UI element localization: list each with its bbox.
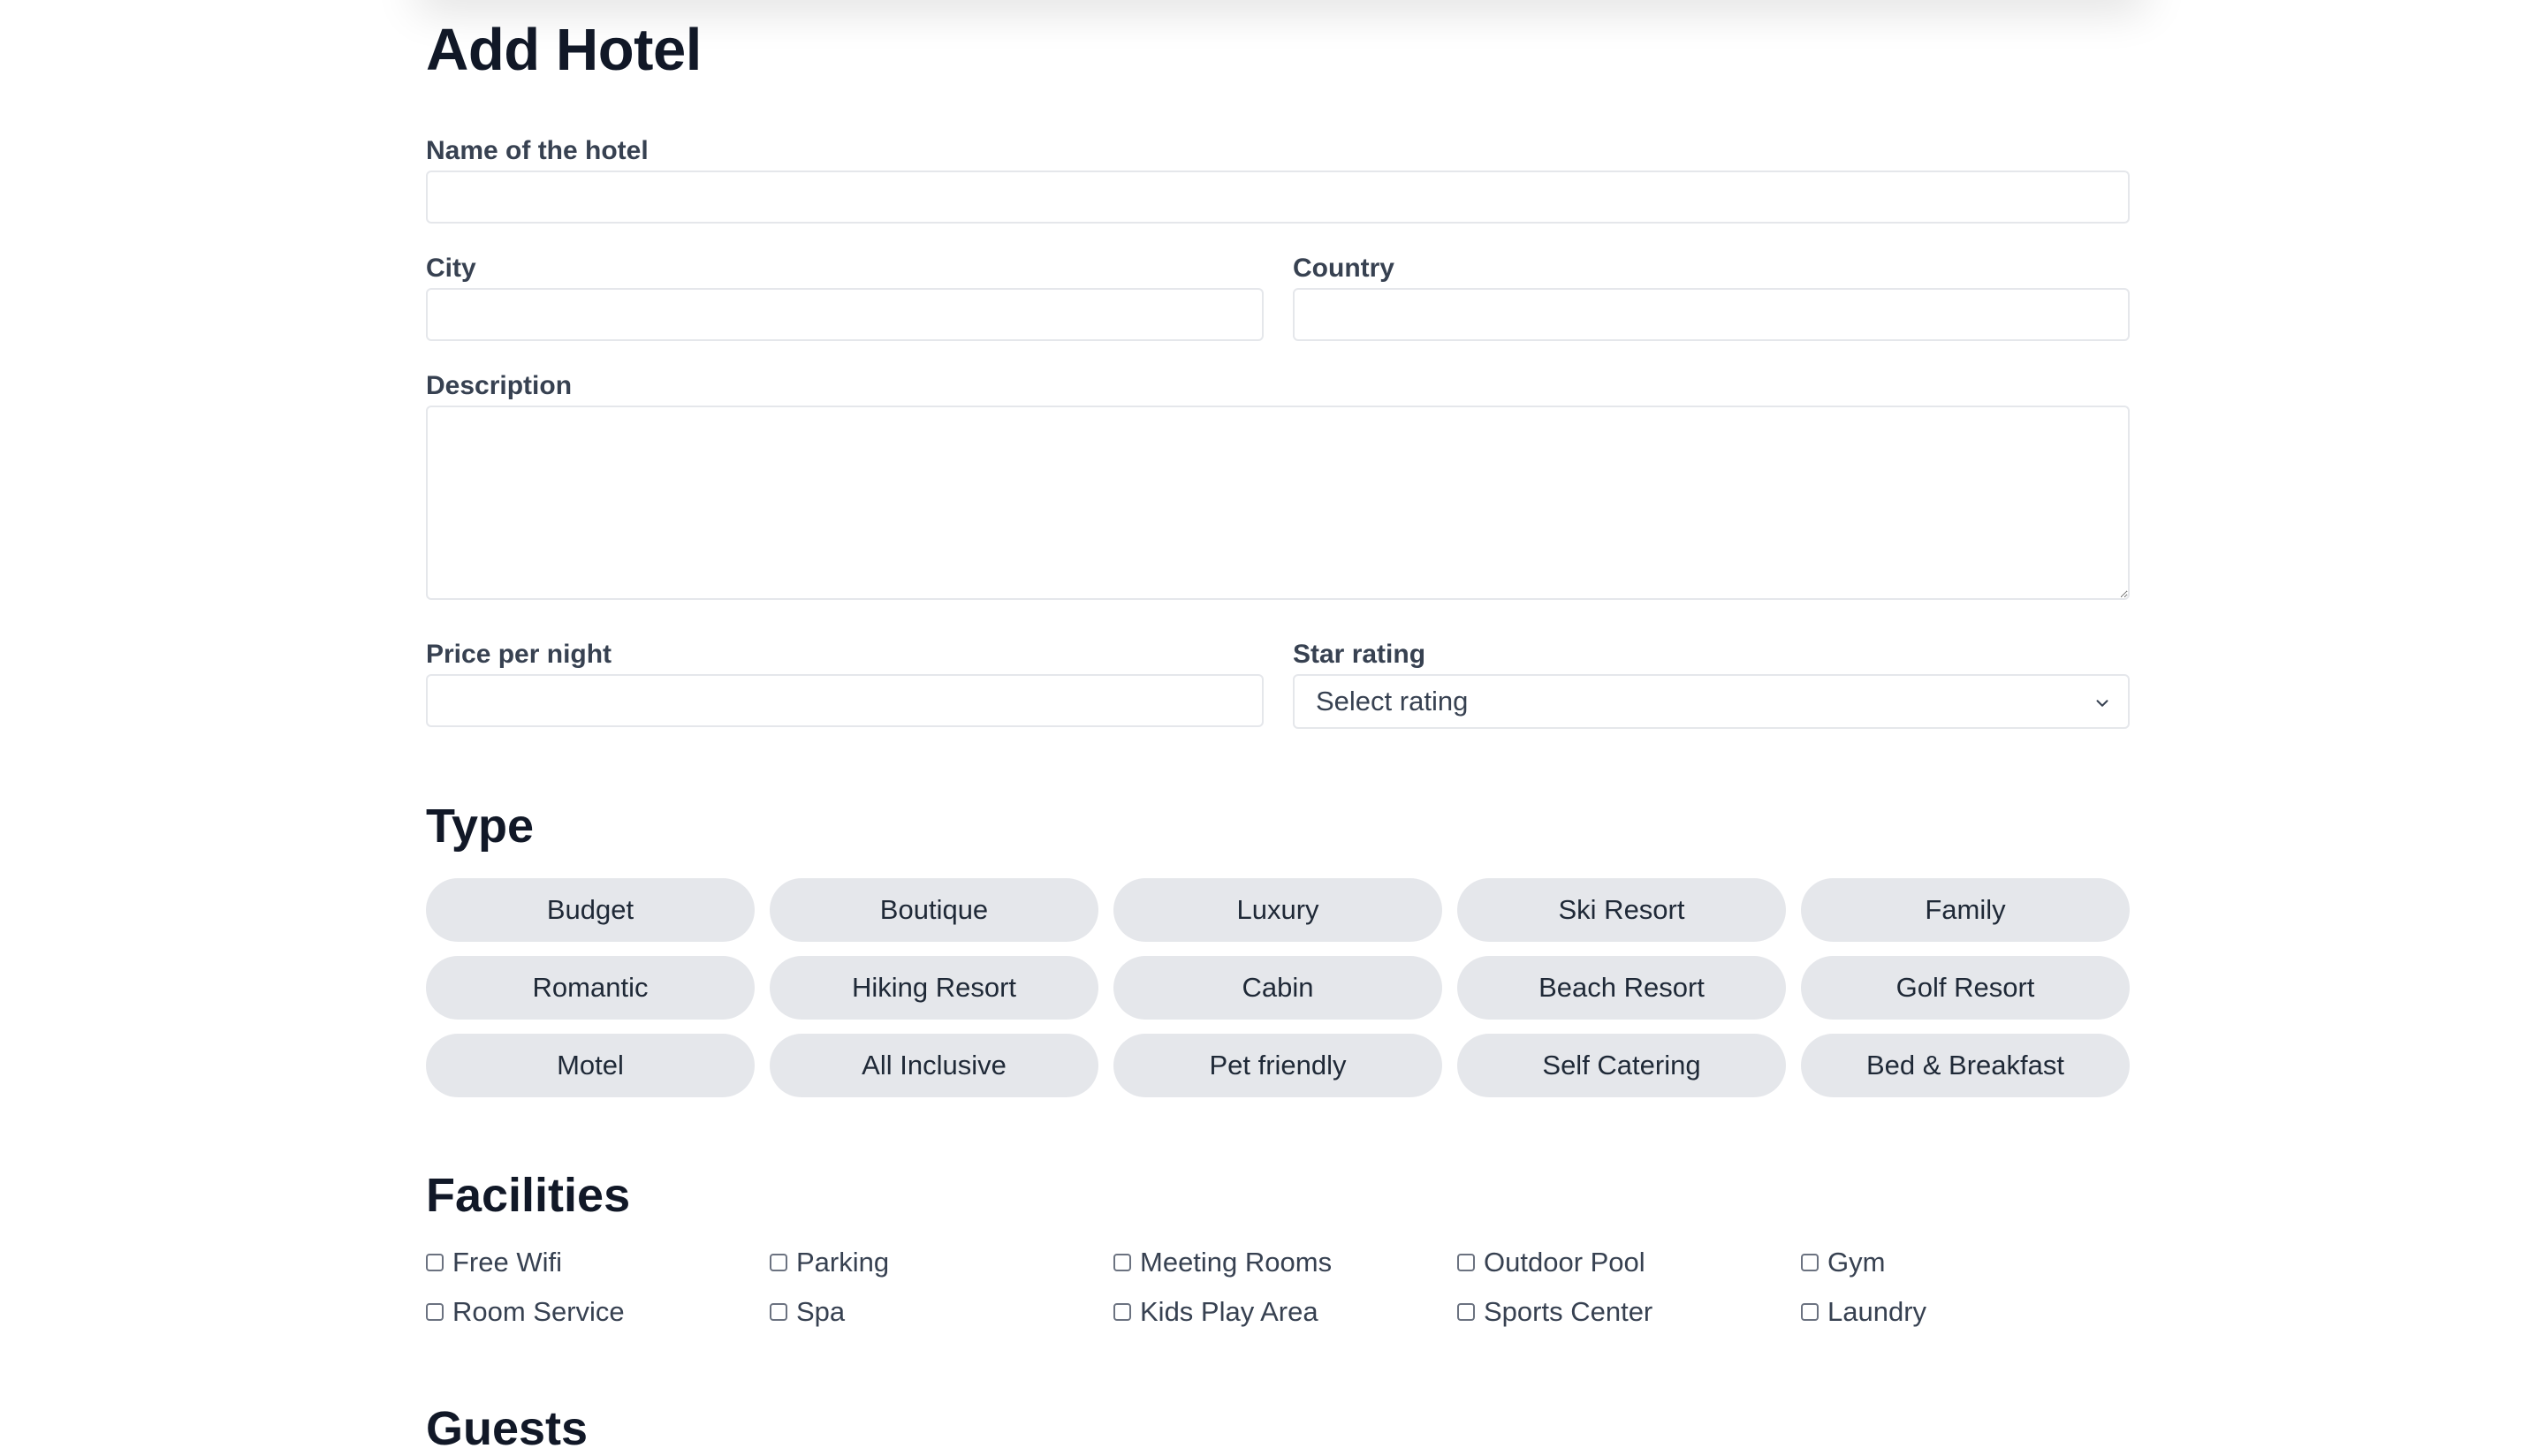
type-option[interactable]: Beach Resort (1457, 956, 1786, 1020)
checkbox-icon[interactable] (770, 1254, 787, 1271)
facility-label: Outdoor Pool (1484, 1247, 1645, 1278)
checkbox-icon[interactable] (426, 1303, 444, 1321)
type-option[interactable]: All Inclusive (770, 1034, 1098, 1097)
price-input[interactable] (426, 674, 1264, 727)
checkbox-icon[interactable] (1801, 1254, 1819, 1271)
type-option[interactable]: Bed & Breakfast (1801, 1034, 2130, 1097)
type-option[interactable]: Romantic (426, 956, 755, 1020)
type-option[interactable]: Family (1801, 878, 2130, 942)
checkbox-icon[interactable] (770, 1303, 787, 1321)
price-label: Price per night (426, 640, 612, 669)
facility-option[interactable]: Room Service (426, 1295, 770, 1329)
checkbox-icon[interactable] (1113, 1303, 1131, 1321)
checkbox-icon[interactable] (1457, 1254, 1475, 1271)
facility-option[interactable]: Kids Play Area (1113, 1295, 1457, 1329)
hotel-name-input[interactable] (426, 171, 2130, 224)
description-textarea[interactable] (426, 406, 2130, 600)
chevron-down-icon (2096, 700, 2108, 707)
checkbox-icon[interactable] (426, 1254, 444, 1271)
facility-label: Gym (1827, 1247, 1886, 1278)
description-label: Description (426, 371, 573, 400)
star-rating-select[interactable]: Select rating (1293, 674, 2130, 729)
facility-option[interactable]: Free Wifi (426, 1246, 770, 1279)
country-label: Country (1293, 254, 1394, 283)
checkbox-icon[interactable] (1801, 1303, 1819, 1321)
rating-label: Star rating (1293, 640, 1426, 669)
facility-option[interactable]: Gym (1801, 1246, 2145, 1279)
city-input[interactable] (426, 288, 1264, 341)
type-option[interactable]: Ski Resort (1457, 878, 1786, 942)
facility-label: Kids Play Area (1140, 1296, 1318, 1327)
city-label: City (426, 254, 476, 283)
facility-label: Meeting Rooms (1140, 1247, 1333, 1278)
type-option[interactable]: Self Catering (1457, 1034, 1786, 1097)
type-option[interactable]: Cabin (1113, 956, 1442, 1020)
facility-option[interactable]: Parking (770, 1246, 1113, 1279)
guests-heading: Guests (426, 1402, 589, 1455)
type-option[interactable]: Boutique (770, 878, 1098, 942)
type-heading: Type (426, 800, 535, 853)
type-option[interactable]: Pet friendly (1113, 1034, 1442, 1097)
facility-label: Room Service (452, 1296, 625, 1327)
facilities-heading: Facilities (426, 1169, 631, 1222)
type-option[interactable]: Golf Resort (1801, 956, 2130, 1020)
page-title: Add Hotel (426, 17, 702, 83)
type-option[interactable]: Budget (426, 878, 755, 942)
country-input[interactable] (1293, 288, 2130, 341)
type-option[interactable]: Luxury (1113, 878, 1442, 942)
facility-label: Parking (796, 1247, 890, 1278)
star-rating-selected: Select rating (1316, 686, 1469, 717)
facility-option[interactable]: Sports Center (1457, 1295, 1801, 1329)
facility-label: Free Wifi (452, 1247, 562, 1278)
facility-label: Spa (796, 1296, 846, 1327)
facility-label: Sports Center (1484, 1296, 1653, 1327)
facility-label: Laundry (1827, 1296, 1927, 1327)
checkbox-icon[interactable] (1457, 1303, 1475, 1321)
facility-option[interactable]: Meeting Rooms (1113, 1246, 1457, 1279)
type-options: Budget Boutique Luxury Ski Resort Family… (426, 878, 2130, 1097)
facilities-options: Free Wifi Parking Meeting Rooms Outdoor … (426, 1246, 2130, 1329)
facility-option[interactable]: Outdoor Pool (1457, 1246, 1801, 1279)
facility-option[interactable]: Spa (770, 1295, 1113, 1329)
checkbox-icon[interactable] (1113, 1254, 1131, 1271)
facility-option[interactable]: Laundry (1801, 1295, 2145, 1329)
type-option[interactable]: Hiking Resort (770, 956, 1098, 1020)
type-option[interactable]: Motel (426, 1034, 755, 1097)
name-label: Name of the hotel (426, 136, 649, 165)
